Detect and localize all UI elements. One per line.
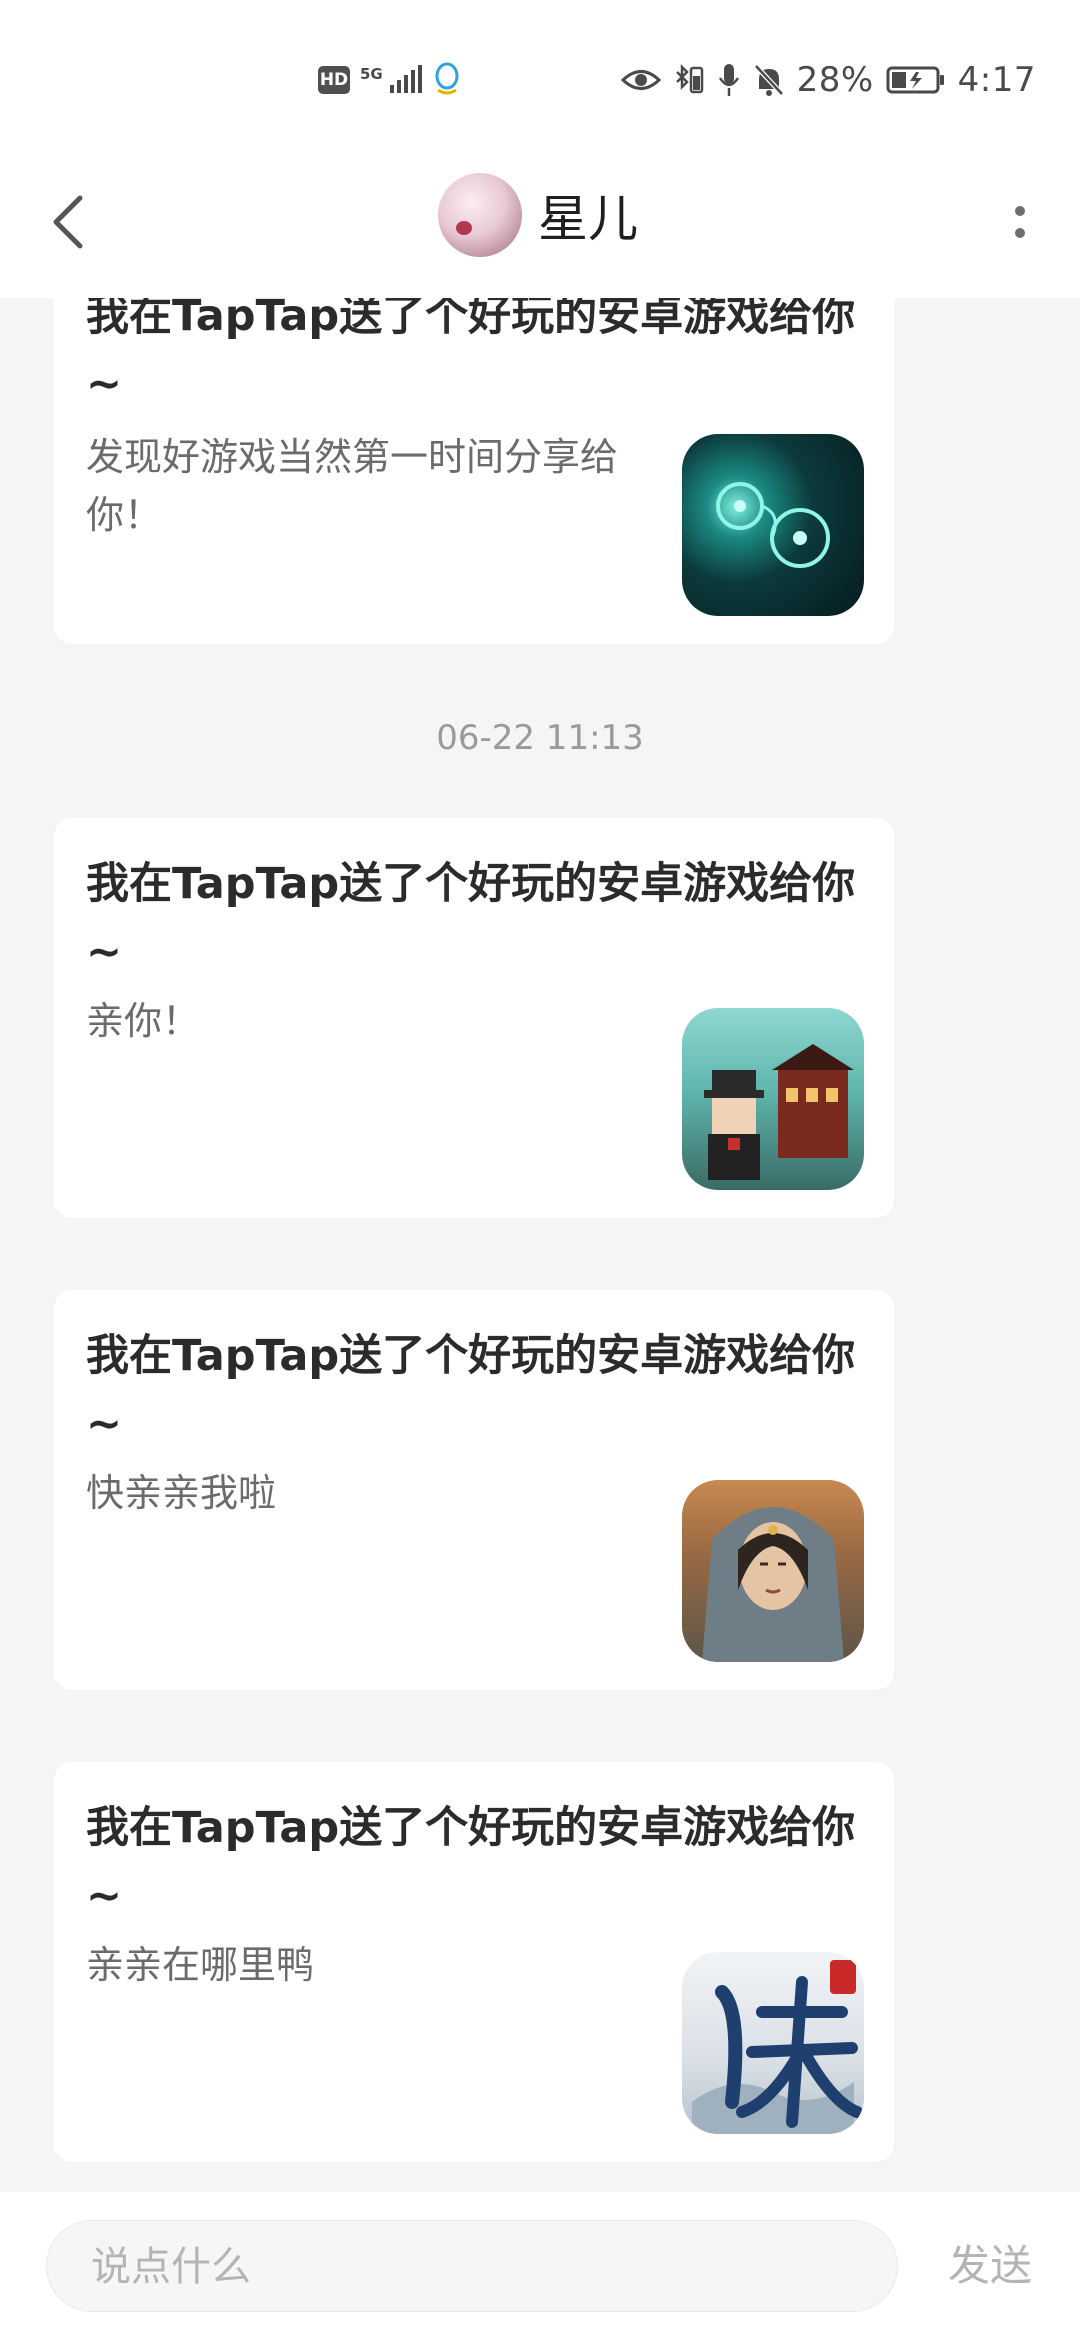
eye-icon bbox=[620, 70, 661, 90]
game-share-card[interactable]: 我在TapTap送了个好玩的安卓游戏给你~ 发现好游戏当然第一时间分享给你！ bbox=[54, 298, 894, 644]
battery-charging-icon bbox=[886, 66, 944, 94]
card-description: 亲你！ bbox=[86, 999, 201, 1043]
game-share-card[interactable]: 我在TapTap送了个好玩的安卓游戏给你~ 快亲亲我啦 bbox=[54, 1290, 894, 1690]
hd-badge: HD bbox=[318, 66, 350, 94]
message-input[interactable]: 说点什么 bbox=[46, 2220, 898, 2312]
game-icon-art bbox=[702, 1507, 844, 1662]
timestamp-divider: 06-22 11:13 bbox=[436, 718, 644, 758]
game-thumbnail[interactable] bbox=[682, 1952, 864, 2134]
game-share-card[interactable]: 我在TapTap送了个好玩的安卓游戏给你~ 亲你！ bbox=[54, 818, 894, 1218]
chat-header: 星儿 bbox=[0, 150, 1080, 298]
chat-message-list[interactable]: 我在TapTap送了个好玩的安卓游戏给你~ 发现好游戏当然第一时间分享给你！ 0… bbox=[0, 298, 1080, 2192]
game-icon-art bbox=[704, 1044, 854, 1180]
message-composer: 说点什么 发送 bbox=[0, 2192, 1080, 2340]
avatar[interactable] bbox=[438, 173, 522, 257]
game-share-card[interactable]: 我在TapTap送了个好玩的安卓游戏给你~ 亲亲在哪里鸭 bbox=[54, 1762, 894, 2162]
game-thumbnail[interactable] bbox=[682, 1480, 864, 1662]
more-options-button[interactable] bbox=[1000, 186, 1040, 258]
microphone-icon bbox=[718, 64, 739, 96]
card-description: 快亲亲我啦 bbox=[86, 1471, 277, 1515]
status-left-group: HD 5G bbox=[318, 58, 462, 102]
status-right-group: 28% 4:17 bbox=[620, 58, 1036, 102]
chevron-left-icon bbox=[53, 195, 83, 249]
network-type-label: 5G bbox=[360, 65, 383, 83]
clock: 4:17 bbox=[957, 60, 1036, 100]
signal-icon bbox=[389, 65, 422, 93]
signal-group: 5G bbox=[360, 65, 422, 95]
page-title: 星儿 bbox=[538, 190, 638, 248]
game-icon-art bbox=[716, 482, 830, 568]
more-dot-icon bbox=[1015, 228, 1025, 238]
game-icon-art bbox=[692, 1960, 863, 2134]
message-input-placeholder: 说点什么 bbox=[91, 2244, 251, 2290]
card-description: 发现好游戏当然第一时间分享给你！ bbox=[86, 435, 619, 537]
card-description: 亲亲在哪里鸭 bbox=[86, 1943, 315, 1987]
back-button[interactable] bbox=[36, 180, 100, 264]
card-title: 我在TapTap送了个好玩的安卓游戏给你~ bbox=[86, 1331, 856, 1449]
chat-title-group[interactable]: 星儿 bbox=[438, 170, 638, 260]
qq-notification-icon bbox=[435, 62, 459, 95]
status-bar: HD 5G 28% 4:17 bbox=[0, 0, 1080, 150]
card-title: 我在TapTap送了个好玩的安卓游戏给你~ bbox=[86, 1803, 856, 1921]
mute-bell-icon bbox=[753, 64, 784, 96]
game-thumbnail[interactable] bbox=[682, 1008, 864, 1190]
card-title: 我在TapTap送了个好玩的安卓游戏给你~ bbox=[86, 298, 856, 409]
bluetooth-battery-icon bbox=[675, 63, 703, 94]
card-title: 我在TapTap送了个好玩的安卓游戏给你~ bbox=[86, 859, 856, 977]
more-dot-icon bbox=[1015, 206, 1025, 216]
game-thumbnail[interactable] bbox=[682, 434, 864, 616]
battery-percent: 28% bbox=[796, 60, 874, 100]
send-button[interactable]: 发送 bbox=[948, 2220, 1032, 2312]
